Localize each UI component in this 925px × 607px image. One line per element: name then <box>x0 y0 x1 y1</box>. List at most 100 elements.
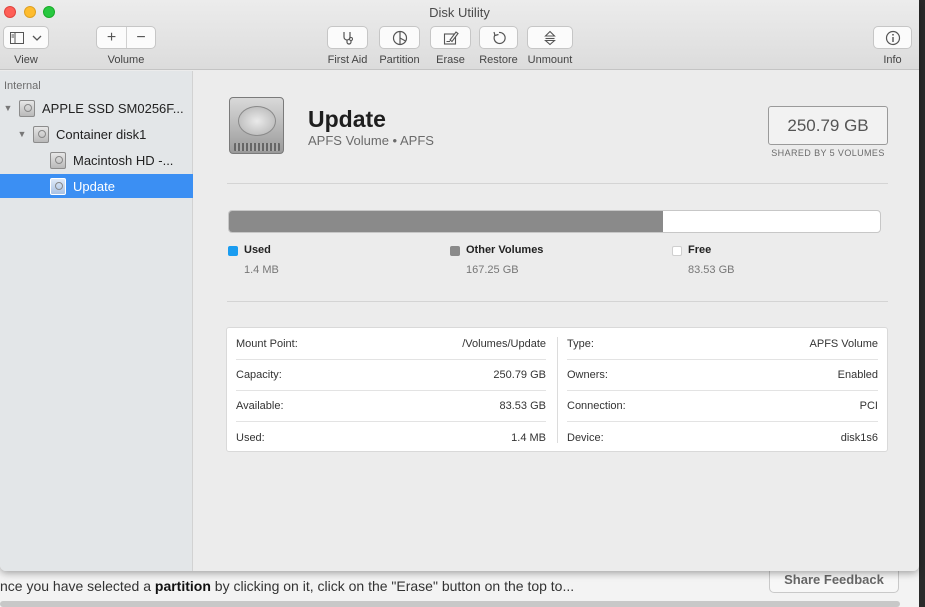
volume-name: Update <box>308 106 386 132</box>
unmount-control: Unmount <box>527 26 573 66</box>
info-row-available: Available: 83.53 GB <box>236 391 546 422</box>
view-button[interactable] <box>3 26 49 49</box>
info-label: Info <box>883 54 902 66</box>
container-disk-icon <box>33 125 49 143</box>
legend-other-volumes-value: 167.25 GB <box>466 264 519 276</box>
sidebar-item-label: Container disk1 <box>56 126 147 142</box>
unmount-icon <box>544 30 556 45</box>
background-scrollbar[interactable] <box>0 601 900 607</box>
sidebar-item-label: APPLE SSD SM0256F... <box>42 100 184 116</box>
legend-free-label: Free <box>688 244 712 256</box>
erase-control: Erase <box>430 26 471 66</box>
first-aid-label: First Aid <box>327 54 368 66</box>
disclosure-triangle-icon[interactable]: ▼ <box>3 103 13 113</box>
internal-disk-icon <box>19 99 35 117</box>
chevron-down-icon <box>32 35 42 41</box>
titlebar-toolbar: Disk Utility View + − Volume First Aid P… <box>0 0 919 70</box>
shared-volumes-note: SHARED BY 5 VOLUMES <box>771 148 885 158</box>
usage-bar-other-volumes-fill <box>229 211 664 232</box>
legend-other-volumes-label: Other Volumes <box>466 244 544 256</box>
sidebar-item-label: Update <box>73 178 115 194</box>
restore-label: Restore <box>479 54 518 66</box>
info-key: Capacity: <box>236 369 282 381</box>
info-value: APFS Volume <box>809 338 878 350</box>
info-column-left: Mount Point: /Volumes/Update Capacity: 2… <box>227 328 557 451</box>
desktop-edge <box>919 0 925 607</box>
sidebar-item-update[interactable]: Update <box>0 174 193 198</box>
info-row-mount-point: Mount Point: /Volumes/Update <box>236 329 546 360</box>
volume-disk-icon <box>50 177 66 195</box>
volume-detail-panel: Update APFS Volume • APFS 250.79 GB SHAR… <box>194 71 919 571</box>
usage-bar <box>228 210 881 233</box>
sidebar: Internal ▼ APPLE SSD SM0256F... ▼ Contai… <box>0 71 193 571</box>
first-aid-button[interactable] <box>327 26 368 49</box>
erase-label: Erase <box>436 54 465 66</box>
info-key: Device: <box>567 431 604 444</box>
sidebar-item-container-disk1[interactable]: ▼ Container disk1 <box>0 122 193 146</box>
legend-used-value: 1.4 MB <box>244 264 279 276</box>
volume-control: + − Volume <box>96 26 156 66</box>
volume-capacity-badge: 250.79 GB <box>768 106 888 145</box>
volume-info-table: Mount Point: /Volumes/Update Capacity: 2… <box>226 327 888 452</box>
info-value: /Volumes/Update <box>462 338 546 350</box>
other-volumes-swatch <box>450 246 460 256</box>
info-key: Connection: <box>567 400 626 412</box>
info-key: Type: <box>567 338 594 350</box>
background-article-text: nce you have selected a partition by cli… <box>0 578 575 594</box>
info-value: 83.53 GB <box>499 400 546 412</box>
sidebar-icon <box>10 31 24 44</box>
partition-button[interactable] <box>379 26 420 49</box>
sidebar-item-label: Macintosh HD -... <box>73 152 174 168</box>
info-control: Info <box>873 26 912 66</box>
info-value: 1.4 MB <box>511 431 546 444</box>
add-volume-button[interactable]: + <box>97 27 126 48</box>
info-row-capacity: Capacity: 250.79 GB <box>236 360 546 391</box>
first-aid-control: First Aid <box>327 26 368 66</box>
sidebar-item-macintosh-hd[interactable]: Macintosh HD -... <box>0 148 193 172</box>
partition-control: Partition <box>379 26 420 66</box>
header-divider <box>227 183 888 184</box>
info-value: disk1s6 <box>840 431 878 444</box>
info-row-used: Used: 1.4 MB <box>236 422 546 453</box>
sidebar-item-apple-ssd[interactable]: ▼ APPLE SSD SM0256F... <box>0 96 193 120</box>
info-column-right: Type: APFS Volume Owners: Enabled Connec… <box>558 328 888 451</box>
volume-label: Volume <box>107 54 145 66</box>
sidebar-section-internal: Internal <box>4 80 41 92</box>
info-value: Enabled <box>837 369 878 381</box>
volume-subtitle: APFS Volume • APFS <box>308 133 434 148</box>
restore-arrow-icon <box>492 31 506 44</box>
pie-chart-icon <box>392 30 407 45</box>
info-key: Available: <box>236 400 284 412</box>
info-key: Mount Point: <box>236 338 298 350</box>
free-swatch <box>672 246 682 256</box>
disk-utility-window: Disk Utility View + − Volume First Aid P… <box>0 0 919 571</box>
used-swatch <box>228 246 238 256</box>
erase-button[interactable] <box>430 26 471 49</box>
hard-drive-icon <box>229 97 284 154</box>
stethoscope-icon <box>342 31 353 45</box>
volume-disk-icon <box>50 151 66 169</box>
volume-segmented-control: + − <box>96 26 156 49</box>
info-key: Owners: <box>567 369 608 381</box>
remove-volume-button[interactable]: − <box>126 27 155 48</box>
info-value: PCI <box>859 400 878 412</box>
info-value: 250.79 GB <box>493 369 546 381</box>
legend-free-value: 83.53 GB <box>688 264 735 276</box>
restore-button[interactable] <box>479 26 518 49</box>
restore-control: Restore <box>479 26 518 66</box>
unmount-label: Unmount <box>527 54 573 66</box>
usage-divider <box>227 301 888 302</box>
view-control: View <box>3 26 49 66</box>
view-label: View <box>14 54 38 66</box>
erase-pencil-icon <box>443 30 459 45</box>
info-button[interactable] <box>873 26 912 49</box>
info-row-device: Device: disk1s6 <box>567 422 878 453</box>
partition-label: Partition <box>379 54 420 66</box>
disclosure-triangle-icon[interactable]: ▼ <box>17 129 27 139</box>
info-icon <box>885 30 900 45</box>
info-key: Used: <box>236 431 265 444</box>
unmount-button[interactable] <box>527 26 573 49</box>
window-title: Disk Utility <box>429 5 490 20</box>
info-row-type: Type: APFS Volume <box>567 329 878 360</box>
info-row-connection: Connection: PCI <box>567 391 878 422</box>
